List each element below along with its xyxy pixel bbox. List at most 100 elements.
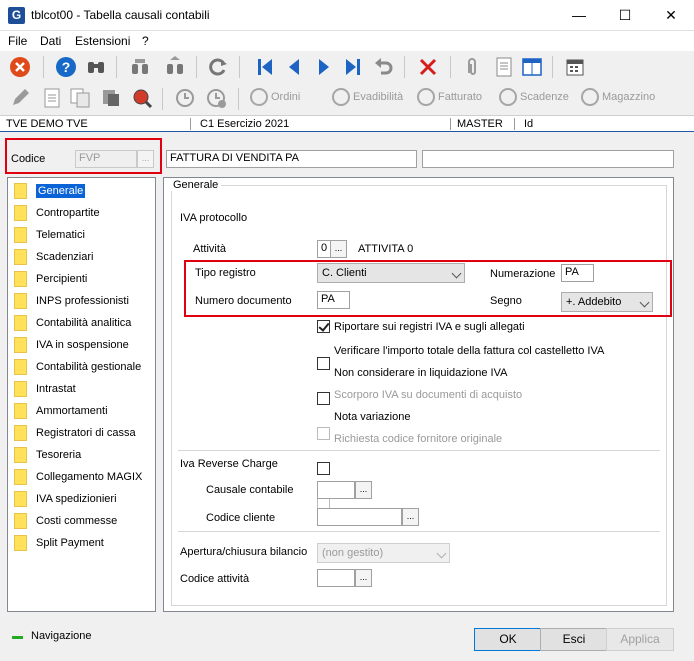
codice-attivita-lookup-button[interactable]: ...: [355, 569, 372, 587]
new-document-icon[interactable]: [40, 86, 64, 110]
riportare-checkbox[interactable]: [317, 320, 330, 333]
nav-item[interactable]: Collegamento MAGIX: [14, 466, 142, 488]
causale-contabile-label: Causale contabile: [206, 484, 294, 496]
menu-estensioni[interactable]: Estensioni: [75, 34, 130, 48]
causale-contabile-input[interactable]: [317, 481, 355, 499]
codice-lookup-button[interactable]: ...: [137, 150, 154, 168]
folder-icon: [14, 249, 27, 265]
find-next-icon[interactable]: [163, 55, 187, 79]
nav-item[interactable]: Intrastat: [14, 378, 76, 400]
history-icon[interactable]: [173, 86, 197, 110]
nav-item-label: Tesoreria: [36, 449, 82, 461]
attivita-lookup-button[interactable]: ...: [330, 240, 347, 258]
numerazione-label: Numerazione: [490, 268, 556, 280]
nav-item[interactable]: INPS professionisti: [14, 290, 129, 312]
ordini-icon: [250, 88, 268, 106]
menu-help[interactable]: ?: [142, 34, 149, 48]
close-button[interactable]: ✕: [648, 0, 694, 31]
non-considerare-checkbox[interactable]: [317, 392, 330, 405]
inspect-icon[interactable]: [130, 86, 154, 110]
calendar-icon[interactable]: [563, 55, 587, 79]
exit-icon[interactable]: [8, 55, 32, 79]
nav-item-label: Split Payment: [36, 537, 104, 549]
undo-icon[interactable]: [371, 55, 395, 79]
pencil-icon[interactable]: [8, 86, 32, 110]
nav-item[interactable]: Scadenziari: [14, 246, 93, 268]
segno-select[interactable]: +. Addebito: [561, 292, 653, 312]
folder-icon: [14, 359, 27, 375]
codice-cliente-input[interactable]: [317, 508, 402, 526]
nav-item[interactable]: Contabilità analitica: [14, 312, 131, 334]
folder-icon: [14, 513, 27, 529]
causale-lookup-button[interactable]: ...: [355, 481, 372, 499]
magazzino-button[interactable]: Magazzino: [581, 88, 655, 106]
minimize-button[interactable]: —: [556, 0, 602, 31]
document-icon[interactable]: [492, 55, 516, 79]
fatturato-button[interactable]: Fatturato: [417, 88, 482, 106]
scorporo-checkbox[interactable]: [317, 427, 330, 440]
nav-item[interactable]: Split Payment: [14, 532, 104, 554]
first-record-icon[interactable]: [253, 55, 277, 79]
nav-item[interactable]: Contropartite: [14, 202, 100, 224]
menu-file[interactable]: File: [8, 34, 27, 48]
apertura-chiusura-select[interactable]: (non gestito): [317, 543, 450, 563]
nav-item[interactable]: Ammortamenti: [14, 400, 108, 422]
title-bar: G tblcot00 - Tabella causali contabili —…: [0, 0, 694, 31]
evadibilita-button[interactable]: Evadibilità: [332, 88, 403, 106]
nav-item-label: INPS professionisti: [36, 295, 129, 307]
menu-dati[interactable]: Dati: [40, 34, 61, 48]
maximize-button[interactable]: ☐: [602, 0, 648, 31]
delete-icon[interactable]: [416, 55, 440, 79]
nota-variazione-checkbox[interactable]: [317, 462, 330, 475]
nav-item[interactable]: Contabilità gestionale: [14, 356, 141, 378]
ordini-button[interactable]: Ordini: [250, 88, 300, 106]
codice-attivita-input[interactable]: [317, 569, 355, 587]
magazzino-icon: [581, 88, 599, 106]
help-icon[interactable]: ?: [54, 55, 78, 79]
nav-item[interactable]: Percipienti: [14, 268, 87, 290]
nav-item[interactable]: IVA in sospensione: [14, 334, 129, 356]
duplicate-icon[interactable]: [99, 86, 123, 110]
folder-icon: [14, 293, 27, 309]
esci-button[interactable]: Esci: [540, 628, 608, 651]
codice-cliente-lookup-button[interactable]: ...: [402, 508, 419, 526]
navigazione-label[interactable]: Navigazione: [31, 630, 92, 642]
binoculars-icon[interactable]: [84, 55, 108, 79]
window-layout-icon[interactable]: [520, 55, 544, 79]
reverse-charge-title: Iva Reverse Charge: [180, 458, 278, 470]
ok-button[interactable]: OK: [474, 628, 542, 651]
nav-item-label: Costi commesse: [36, 515, 118, 527]
numerazione-input[interactable]: PA: [561, 264, 594, 282]
folder-icon: [14, 337, 27, 353]
refresh-icon[interactable]: [206, 55, 230, 79]
find-icon[interactable]: [128, 55, 152, 79]
codice-description-field[interactable]: FATTURA DI VENDITA PA: [166, 150, 417, 168]
tipo-registro-select[interactable]: C. Clienti: [317, 263, 465, 283]
codice-extra-field[interactable]: [422, 150, 674, 168]
folder-icon: [14, 447, 27, 463]
folder-icon: [14, 403, 27, 419]
nav-item-label: Registratori di cassa: [36, 427, 136, 439]
nav-item[interactable]: Tesoreria: [14, 444, 81, 466]
attachment-icon[interactable]: [460, 55, 484, 79]
next-record-icon[interactable]: [312, 55, 336, 79]
history-user-icon[interactable]: [204, 86, 228, 110]
numero-documento-input[interactable]: PA: [317, 291, 350, 309]
nav-item[interactable]: Telematici: [14, 224, 85, 246]
last-record-icon[interactable]: [341, 55, 365, 79]
secondary-toolbar: Ordini Evadibilità Fatturato Scadenze Ma…: [0, 83, 694, 113]
nav-item[interactable]: Registratori di cassa: [14, 422, 136, 444]
copy-document-icon[interactable]: [68, 86, 92, 110]
nav-item[interactable]: Costi commesse: [14, 510, 117, 532]
scadenze-button[interactable]: Scadenze: [499, 88, 569, 106]
applica-button[interactable]: Applica: [606, 628, 674, 651]
nav-item[interactable]: Generale: [14, 180, 86, 202]
menu-bar: File Dati Estensioni ?: [0, 31, 694, 51]
attivita-input[interactable]: 0: [317, 240, 331, 258]
verificare-checkbox[interactable]: [317, 357, 330, 370]
tipo-registro-label: Tipo registro: [195, 267, 256, 279]
codice-input[interactable]: FVP: [75, 150, 137, 168]
previous-record-icon[interactable]: [282, 55, 306, 79]
nav-item[interactable]: IVA spedizionieri: [14, 488, 117, 510]
scorporo-label: Scorporo IVA su documenti di acquisto: [334, 389, 523, 401]
